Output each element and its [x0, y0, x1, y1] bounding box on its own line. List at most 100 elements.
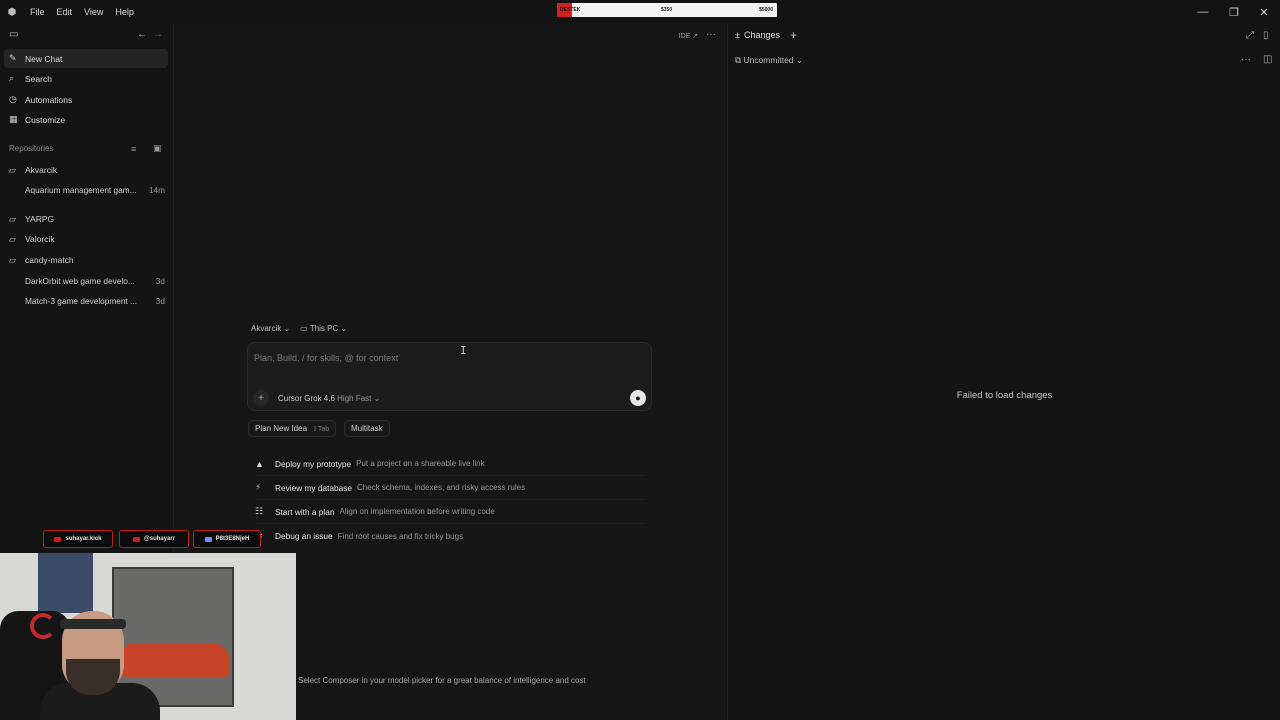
repositories-title: Repositories	[9, 144, 54, 153]
edit-icon: ✎	[9, 53, 17, 63]
folder-icon: ▱	[9, 254, 16, 265]
donation-banner: DESTEK $350 $5000	[557, 3, 777, 17]
repo-akvarcik[interactable]: ▱ Akvarcik	[9, 162, 165, 178]
suggestion-deploy[interactable]: ▲ Deploy my prototype Put a project on a…	[255, 452, 645, 476]
suggestion-debug[interactable]: ✱ Debug an issue Find root causes and fi…	[255, 524, 645, 548]
prompt-input[interactable]	[254, 351, 594, 365]
panel-toggle-icon[interactable]: ▯	[1263, 30, 1269, 41]
triangle-icon: ▲	[255, 458, 264, 469]
social-handle: P8t3E8NjeH	[215, 536, 250, 542]
menu-edit[interactable]: Edit	[51, 0, 79, 24]
more-options-icon[interactable]: ···	[706, 29, 716, 40]
model-picker[interactable]: Cursor Grok 4.6 High Fast ⌄	[278, 394, 380, 403]
nav-automations[interactable]: ◷ Automations	[4, 90, 168, 109]
add-attachment-button[interactable]: +	[253, 390, 269, 406]
model-variant: High Fast	[337, 394, 372, 403]
file-stack-icon: ⧉	[735, 55, 742, 65]
webcam-chair-logo	[30, 613, 56, 639]
uncommitted-filter[interactable]: ⧉ Uncommitted ⌄	[735, 55, 803, 66]
more-options-icon[interactable]: ···	[1241, 54, 1251, 65]
repositories-header: Repositories ≡ ▣	[9, 143, 165, 154]
expand-icon[interactable]: ⤢	[1246, 30, 1254, 41]
repo-selector-label: Akvarcik	[251, 324, 282, 333]
webcam-overlay	[0, 553, 296, 720]
chat-title: Match-3 game development ...	[25, 296, 138, 306]
menu-help[interactable]: Help	[109, 0, 140, 24]
back-arrow-icon[interactable]: ←	[137, 29, 147, 40]
sidebar-toolbar: ▭ ← →	[0, 24, 174, 48]
suggestion-title: Start with a plan	[275, 506, 335, 517]
chevron-down-icon: ⌄	[373, 394, 381, 403]
new-folder-icon[interactable]: ▣	[153, 143, 162, 154]
location-selector-label: This PC	[309, 324, 339, 333]
nav-customize[interactable]: ▦ Customize	[4, 110, 168, 129]
chevron-down-icon: ⌄	[795, 55, 804, 65]
monitor-icon: ▭	[300, 324, 308, 333]
chat-item[interactable]: Match-3 game development ... 3d	[25, 293, 165, 309]
donation-goal: $5000	[759, 7, 773, 13]
suggestion-title: Review my database	[275, 482, 353, 493]
repo-name: YARPG	[25, 214, 55, 224]
folder-icon: ▱	[9, 213, 16, 224]
repo-selector[interactable]: Akvarcik ⌄	[251, 324, 290, 333]
chip-label: Multitask	[351, 424, 383, 433]
open-ide-button[interactable]: IDE ↗	[679, 32, 698, 40]
plus-icon: +	[258, 392, 264, 404]
menu-file[interactable]: File	[24, 0, 51, 24]
chat-title: Aquarium management gam...	[25, 185, 137, 195]
suggestion-title: Debug an issue	[275, 531, 333, 541]
tab-changes[interactable]: ± Changes	[735, 30, 780, 40]
plan-new-idea-chip[interactable]: Plan New Idea ⇧Tab	[248, 420, 337, 437]
discord-icon	[204, 536, 212, 542]
app-logo-icon[interactable]: ⬢	[0, 0, 24, 24]
nav-new-chat[interactable]: ✎ New Chat	[4, 49, 168, 68]
microphone-icon: ●	[635, 393, 641, 403]
empty-state-message: Failed to load changes	[956, 390, 1053, 401]
add-tab-icon[interactable]: +	[790, 28, 797, 42]
webcam-poster	[38, 553, 93, 613]
nav-customize-label: Customize	[25, 114, 66, 125]
nav-search-label: Search	[25, 73, 52, 84]
youtube-icon	[132, 536, 140, 542]
repo-yarpg[interactable]: ▱ YARPG	[9, 211, 165, 227]
suggestion-desc: Find root causes and fix tricky bugs	[337, 531, 464, 541]
filter-icon[interactable]: ≡	[131, 144, 136, 154]
repo-candy-match[interactable]: ▱ candy-match	[9, 252, 165, 268]
chip-label: Plan New Idea	[255, 424, 308, 433]
split-view-icon[interactable]: ◫	[1263, 54, 1272, 65]
minimize-icon[interactable]: —	[1188, 0, 1218, 24]
suggestion-desc: Put a project on a shareable live link	[356, 459, 485, 468]
social-handle: @suhayarr	[143, 536, 176, 542]
suggestion-desc: Check schema, indexes, and risky access …	[357, 483, 526, 492]
kick-icon	[54, 536, 62, 542]
chat-item[interactable]: Aquarium management gam... 14m	[25, 182, 165, 198]
microphone-button[interactable]: ●	[630, 390, 646, 406]
context-row: Akvarcik ⌄ ▭ This PC ⌄	[251, 324, 347, 333]
menu-view[interactable]: View	[78, 0, 109, 24]
donation-label: DESTEK	[560, 7, 581, 13]
chat-item[interactable]: DarkOrbit web game develo... 3d	[25, 273, 165, 289]
folder-icon: ▱	[9, 233, 16, 244]
nav-search[interactable]: ⌕ Search	[4, 69, 168, 88]
multitask-chip[interactable]: Multitask	[344, 420, 390, 437]
restore-icon[interactable]: ❐	[1219, 0, 1249, 24]
suggestion-title: Deploy my prototype	[275, 458, 352, 469]
tab-changes-label: Changes	[743, 30, 780, 40]
suggestion-plan[interactable]: ☷ Start with a plan Align on implementat…	[255, 500, 645, 524]
forward-arrow-icon[interactable]: →	[153, 29, 163, 40]
suggestion-database[interactable]: ⚡ Review my database Check schema, index…	[255, 476, 645, 500]
repo-name: Valorcik	[25, 234, 55, 244]
search-icon: ⌕	[9, 73, 15, 83]
chat-age: 3d	[155, 276, 165, 286]
close-icon[interactable]: ✕	[1249, 0, 1279, 24]
chat-age: 14m	[148, 185, 165, 195]
database-icon: ⚡	[255, 482, 262, 492]
social-handle: suhayar.kick	[65, 536, 102, 542]
chat-age: 3d	[155, 296, 165, 306]
location-selector[interactable]: ▭ This PC ⌄	[300, 324, 347, 333]
clock-icon: ◷	[9, 94, 17, 104]
repo-valorcik[interactable]: ▱ Valorcik	[9, 231, 165, 247]
composer: + Cursor Grok 4.6 High Fast ⌄ ●	[247, 342, 652, 411]
sidebar-toggle-icon[interactable]: ▭	[9, 29, 18, 40]
nav-new-chat-label: New Chat	[25, 53, 63, 64]
